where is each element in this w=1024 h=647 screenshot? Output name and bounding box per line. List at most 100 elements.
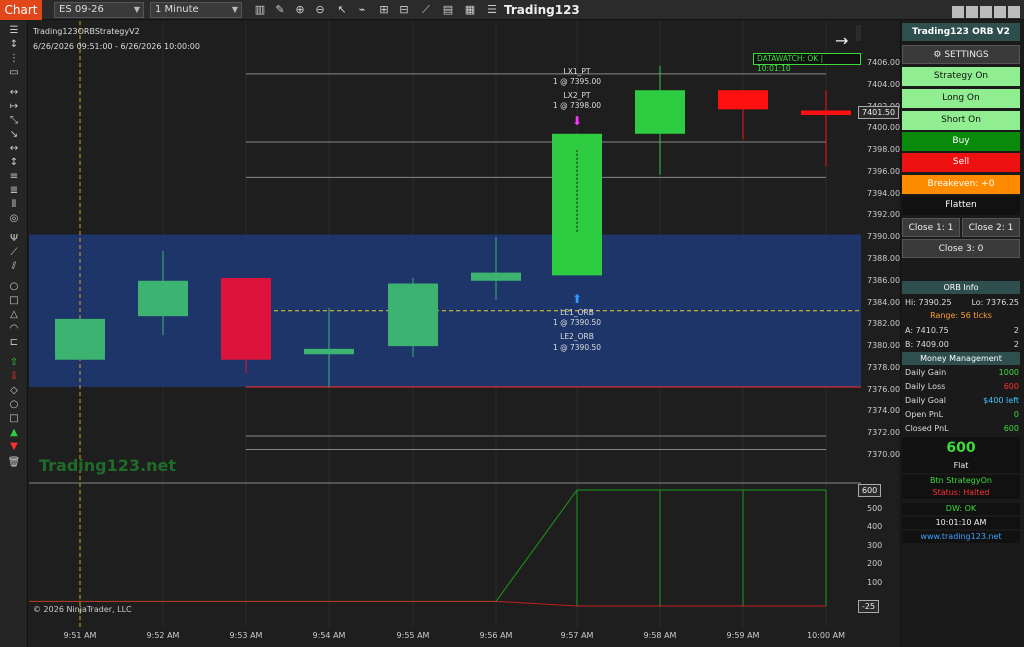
arrow-up-icon[interactable]: ⇧ xyxy=(7,357,21,369)
andrews-pitchfork-icon[interactable]: Ψ xyxy=(7,233,21,245)
ellipse-icon[interactable]: ○ xyxy=(7,281,21,293)
diamond-icon[interactable]: ◇ xyxy=(7,385,21,397)
x-tick-label: 9:59 AM xyxy=(726,631,760,640)
candle-body xyxy=(635,90,685,134)
arrow-right-icon[interactable]: → xyxy=(835,31,848,50)
gann-fan-icon[interactable]: ⟋ xyxy=(7,247,21,259)
window-controls xyxy=(950,3,1020,18)
minimize-button[interactable] xyxy=(952,6,964,18)
trash-icon[interactable]: 🗑 xyxy=(7,457,21,469)
bar-chart-icon[interactable]: ▥ xyxy=(252,2,268,18)
dot-icon[interactable]: ○ xyxy=(7,399,21,411)
pnl-tick-label: 200 xyxy=(867,559,883,569)
le1-label: LE1_ORB xyxy=(560,308,594,317)
grid-icon[interactable]: ▦ xyxy=(462,2,478,18)
y-tick-label: 7384.00 xyxy=(867,297,901,307)
strategy-icon[interactable]: ⊞ xyxy=(376,2,392,18)
time-axis[interactable]: 9:51 AM 9:52 AM 9:53 AM 9:54 AM 9:55 AM 9:56 … xyxy=(29,627,861,647)
long-on-button[interactable]: Long On xyxy=(902,89,1020,108)
closed-pnl-label: Closed PnL xyxy=(905,424,949,433)
daily-loss-row: Daily Loss 600 xyxy=(905,380,1019,393)
strategy-on-button[interactable]: Strategy On xyxy=(902,67,1020,86)
daily-loss-label: Daily Loss xyxy=(905,382,946,391)
y-tick-label: 7388.00 xyxy=(867,254,901,263)
short-on-button[interactable]: Short On xyxy=(902,111,1020,130)
datawatch-status: DATAWATCH: OK | 10:01:10 xyxy=(753,53,861,73)
zoom-in-icon[interactable]: ⊕ xyxy=(292,2,308,18)
extended-line-icon[interactable]: ⤡ xyxy=(7,115,21,127)
chart-plot-area[interactable]: ⬇ ⬆ LX1_PT 1 @ 7395.00 LX2_PT 1 @ 7398.00 LE1_… xyxy=(29,21,861,627)
maximize-button[interactable] xyxy=(980,6,992,18)
pnl-tick-label: 400 xyxy=(867,522,883,532)
data-box-icon[interactable]: ⟋ xyxy=(418,2,434,18)
arrow-line-icon[interactable]: ↘ xyxy=(7,129,21,141)
candle-body xyxy=(388,283,438,347)
flatten-button[interactable]: Flatten xyxy=(902,196,1020,215)
daily-loss-value: 600 xyxy=(1003,382,1019,391)
orb-range: Range: 56 ticks xyxy=(930,311,992,320)
rectangle-icon[interactable]: □ xyxy=(7,295,21,307)
breakeven-button[interactable]: Breakeven: +0 xyxy=(902,175,1020,194)
sell-button[interactable]: Sell xyxy=(902,153,1020,172)
measure-icon[interactable]: ↕ xyxy=(7,39,21,51)
price-axis[interactable]: 7406.007404.007402.007400.007398.007396.… xyxy=(858,21,901,647)
cursor-icon[interactable]: ↖ xyxy=(334,2,350,18)
lx1-label: LX1_PT xyxy=(564,67,591,76)
risk-reward-icon[interactable]: ⋮ xyxy=(7,53,21,65)
fib-time-icon[interactable]: ⦀ xyxy=(7,199,21,211)
chevron-down-icon: ▼ xyxy=(231,5,238,14)
open-pnl-value: 0 xyxy=(1013,410,1019,419)
vertical-line-icon[interactable]: ↕ xyxy=(7,157,21,169)
close3-button[interactable]: Close 3: 0 xyxy=(902,239,1020,258)
interval-selector[interactable]: 1 Minute ▼ xyxy=(150,2,242,18)
chart-window: Chart ES 09-26 ▼ 1 Minute ▼ ▥ ✎ ⊕ ⊖ ↖ ⌁ … xyxy=(0,0,1024,647)
instrument-selector[interactable]: ES 09-26 ▼ xyxy=(54,2,144,18)
triangle-down-icon[interactable]: ▼ xyxy=(7,441,21,453)
orb-lo: Lo: 7376.25 xyxy=(971,298,1019,307)
horizontal-line-icon[interactable]: ↔ xyxy=(7,143,21,155)
closed-pnl-row: Closed PnL 600 xyxy=(905,422,1019,435)
regression-channel-icon[interactable]: ⫽ xyxy=(7,261,21,273)
pencil-icon[interactable]: ✎ xyxy=(272,2,288,18)
settings-label: SETTINGS xyxy=(944,50,989,60)
text-icon[interactable]: ⊏ xyxy=(7,337,21,349)
triangle-icon[interactable]: △ xyxy=(7,309,21,321)
arc-icon[interactable]: ◠ xyxy=(7,323,21,335)
website-link[interactable]: www.trading123.net xyxy=(902,531,1020,543)
fib-retracement-icon[interactable]: ≡ xyxy=(7,171,21,183)
triangle-up-icon[interactable]: ▲ xyxy=(7,427,21,439)
current-price-tag: 7401.50 xyxy=(858,106,900,119)
menu-icon[interactable]: ☰ xyxy=(484,2,500,18)
ray-icon[interactable]: ↦ xyxy=(7,101,21,113)
chart-trader-icon[interactable]: ⊟ xyxy=(396,2,412,18)
close2-button[interactable]: Close 2: 1 xyxy=(962,218,1020,237)
fib-extension-icon[interactable]: ≣ xyxy=(7,185,21,197)
y-tick-label: 7376.00 xyxy=(867,384,901,394)
close-button[interactable] xyxy=(994,6,1006,18)
arrow-down-icon[interactable]: ⇩ xyxy=(7,371,21,383)
region-icon[interactable]: ▭ xyxy=(7,67,21,79)
square-icon[interactable]: □ xyxy=(7,413,21,425)
chart-tab[interactable]: Chart xyxy=(0,0,42,20)
x-tick-label: 9:58 AM xyxy=(643,631,677,640)
line-icon[interactable]: ↔ xyxy=(7,87,21,99)
pin-button[interactable] xyxy=(1008,6,1020,18)
ruler-icon[interactable]: ☰ xyxy=(7,25,21,37)
candle-body xyxy=(718,90,768,110)
zoom-out-icon[interactable]: ⊖ xyxy=(312,2,328,18)
fib-circle-icon[interactable]: ◎ xyxy=(7,213,21,225)
buy-button[interactable]: Buy xyxy=(902,132,1020,151)
orb-b-value: 2 xyxy=(1013,340,1019,349)
strategy-status: Status: Halted xyxy=(902,487,1020,499)
copyright-label: © 2026 NinjaTrader, LLC xyxy=(33,605,132,614)
close1-button[interactable]: Close 1: 1 xyxy=(902,218,960,237)
restore-button[interactable] xyxy=(966,6,978,18)
pnl-tick-label: 300 xyxy=(867,540,883,550)
properties-icon[interactable]: ▤ xyxy=(440,2,456,18)
y-tick-label: 7372.00 xyxy=(867,428,901,438)
lx2-fill-label: 1 @ 7398.00 xyxy=(553,101,601,110)
panel-title: Trading123 ORB V2 xyxy=(902,23,1020,41)
settings-button[interactable]: ⚙ SETTINGS xyxy=(902,45,1020,64)
add-indicator-icon[interactable]: ⌁ xyxy=(354,2,370,18)
entry-arrow-marker: ⬆ xyxy=(572,292,582,306)
